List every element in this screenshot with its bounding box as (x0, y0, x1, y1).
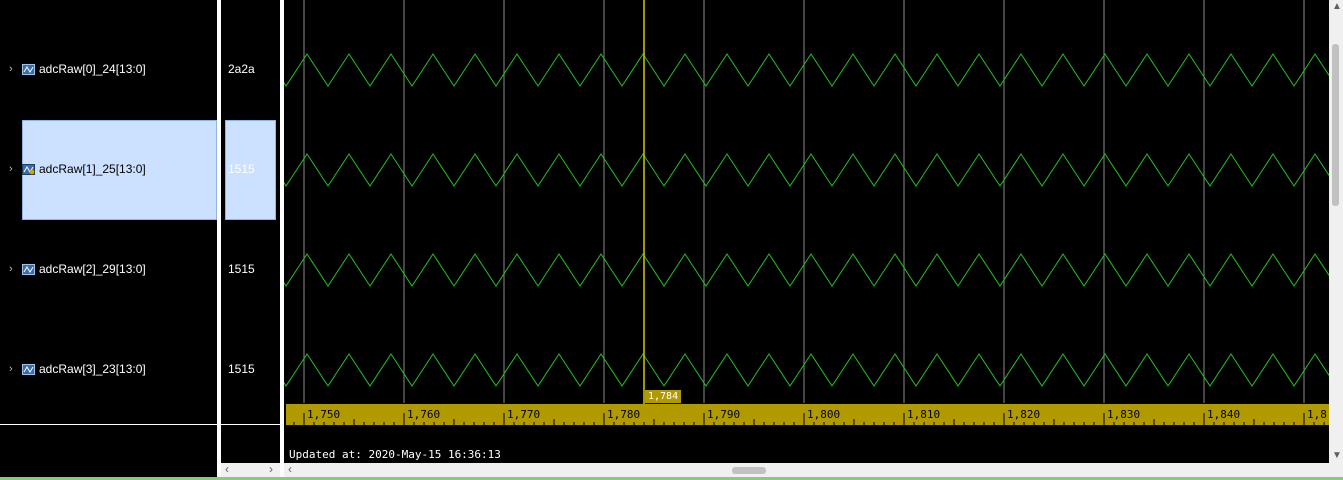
signal-name: adcRaw[0]_24[13:0] (39, 62, 146, 76)
signal-name: adcRaw[3]_23[13:0] (39, 362, 146, 376)
ruler-tick-label: 1,770 (507, 408, 540, 421)
signal-waveform-0 (284, 53, 1329, 87)
ruler-tick-label: 1,780 (607, 408, 640, 421)
analog-bus-icon (22, 364, 35, 375)
signal-name: adcRaw[1]_25[13:0] (39, 162, 146, 176)
signal-value: 1515 (228, 162, 255, 176)
signal-name-pane: › adcRaw[0]_24[13:0] › adcRaw[1]_25[13:0… (0, 0, 217, 477)
signal-name: adcRaw[2]_29[13:0] (39, 262, 146, 276)
value-pane-hscrollbar[interactable]: ‹ › (221, 462, 280, 477)
pane-divider (221, 424, 280, 425)
signal-row[interactable]: › adcRaw[0]_24[13:0] (0, 20, 217, 120)
signal-value: 1515 (228, 262, 255, 276)
waveform-viewer-window: › adcRaw[0]_24[13:0] › adcRaw[1]_25[13:0… (0, 0, 1343, 480)
analog-bus-icon (22, 264, 35, 275)
waveform-svg: 1,750 1,760 1,770 1,780 1,790 1,800 1,810 1,820… (284, 0, 1329, 425)
signal-waveform-3 (284, 353, 1329, 387)
ruler-tick-label: 1,830 (1107, 408, 1140, 421)
scroll-down-arrow-icon[interactable]: ▼ (1332, 450, 1342, 461)
ruler-tick-label: 1,810 (907, 408, 940, 421)
expand-chevron-icon[interactable]: › (9, 163, 13, 175)
ruler-tick-label: 1,760 (407, 408, 440, 421)
ruler-tick-label: 1,840 (1207, 408, 1240, 421)
scroll-left-arrow-icon[interactable]: ‹ (288, 462, 292, 476)
expand-chevron-icon[interactable]: › (9, 63, 13, 75)
signal-value: 1515 (228, 362, 255, 376)
scroll-right-arrow-icon[interactable]: › (269, 462, 273, 476)
ruler-tick-label: 1,800 (807, 408, 840, 421)
signal-waveform-1 (284, 153, 1329, 187)
scroll-thumb[interactable] (732, 467, 766, 474)
pane-divider (0, 424, 217, 425)
ruler-tick-label: 1,8 (1307, 408, 1327, 421)
scroll-left-arrow-icon[interactable]: ‹ (225, 462, 229, 476)
analog-bus-selected-icon (22, 164, 35, 175)
signal-value: 2a2a (228, 62, 255, 76)
expand-chevron-icon[interactable]: › (9, 363, 13, 375)
ruler-tick-label: 1,750 (307, 408, 340, 421)
waveform-hscrollbar[interactable]: ‹ (284, 462, 1343, 477)
waveform-vscrollbar[interactable]: ▲ ▼ (1329, 0, 1343, 463)
scroll-up-arrow-icon[interactable]: ▲ (1332, 1, 1342, 12)
scroll-thumb[interactable] (1332, 44, 1339, 206)
ruler-tick-label: 1,820 (1007, 408, 1040, 421)
signal-row[interactable]: › adcRaw[3]_23[13:0] (0, 320, 217, 420)
cursor-label[interactable]: 1,784 (645, 390, 682, 403)
analog-bus-icon (22, 64, 35, 75)
waveform-canvas[interactable]: 1,750 1,760 1,770 1,780 1,790 1,800 1,810 1,820… (284, 0, 1329, 463)
expand-chevron-icon[interactable]: › (9, 263, 13, 275)
ruler-tick-label: 1,790 (707, 408, 740, 421)
signal-value-pane: 2a2a 1515 1515 1515 (221, 0, 280, 463)
signal-row[interactable]: › adcRaw[2]_29[13:0] (0, 220, 217, 320)
signal-waveform-2 (284, 253, 1329, 287)
signal-row-selected[interactable]: › adcRaw[1]_25[13:0] (0, 120, 217, 220)
status-text: Updated at: 2020-May-15 16:36:13 (289, 448, 501, 461)
